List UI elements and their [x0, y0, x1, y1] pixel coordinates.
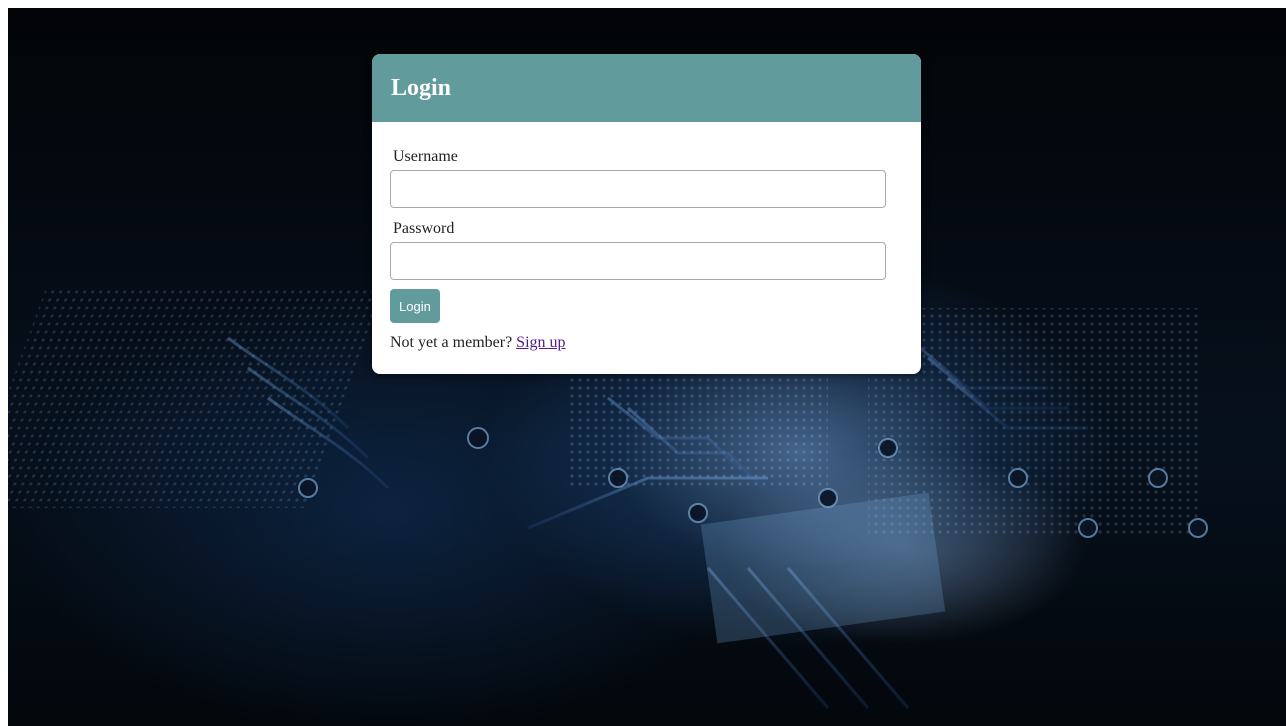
login-card-header: Login [372, 54, 921, 122]
login-card: Login Username Password Login Not yet a … [372, 54, 921, 374]
login-button[interactable]: Login [390, 289, 440, 323]
password-label: Password [393, 220, 455, 237]
signup-prompt-text: Not yet a member? [390, 334, 513, 351]
login-form: Username Password Login Not yet a member… [372, 122, 921, 352]
signup-link[interactable]: Sign up [516, 334, 565, 351]
password-input[interactable] [390, 242, 886, 280]
login-title: Login [391, 74, 452, 101]
signup-prompt-line: Not yet a member? Sign up [390, 334, 886, 352]
page-viewport: Login Username Password Login Not yet a … [8, 8, 1286, 726]
username-input[interactable] [390, 170, 886, 208]
username-label: Username [393, 148, 458, 165]
